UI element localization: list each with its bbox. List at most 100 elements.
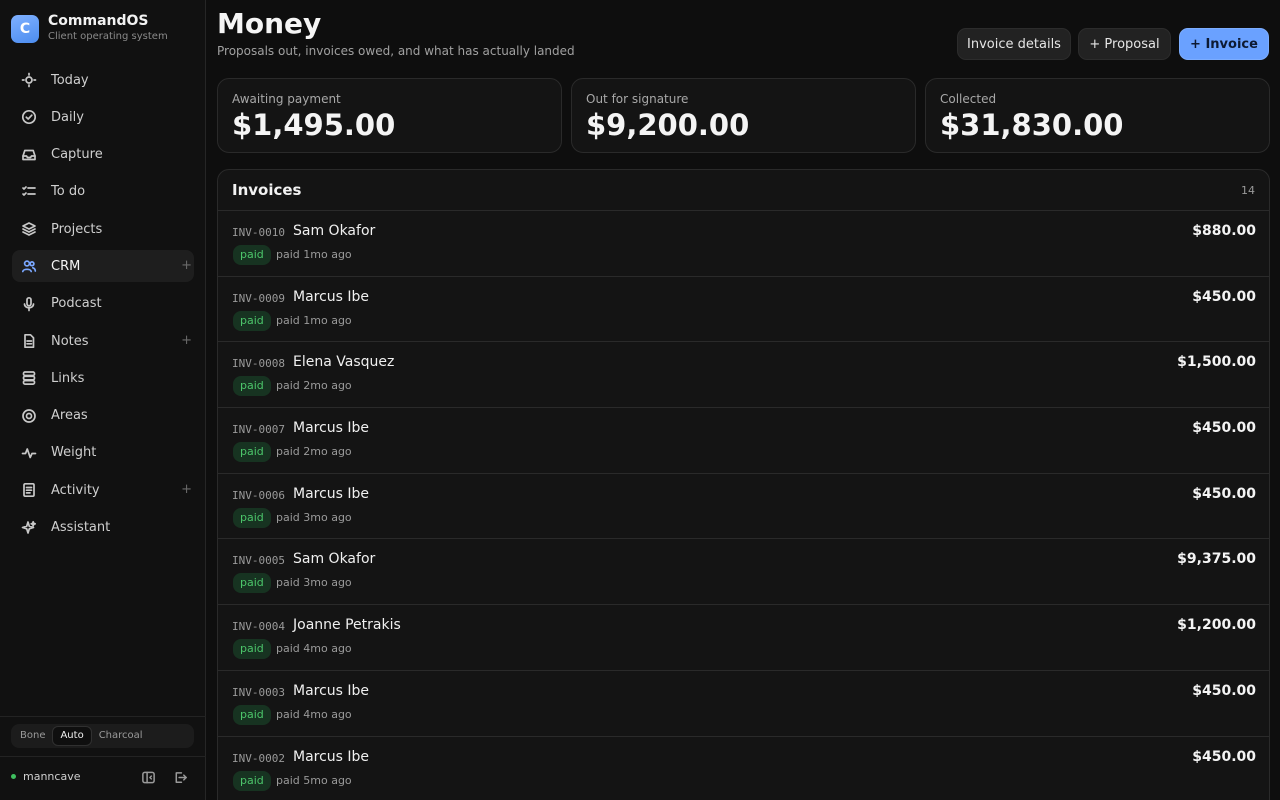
new-invoice-button[interactable]: + Invoice [1179, 28, 1269, 60]
client-name: Marcus Ibe [293, 288, 370, 305]
new-proposal-button[interactable]: + Proposal [1078, 28, 1171, 60]
sidebar-item-projects[interactable]: Projects [12, 213, 194, 245]
status-badge: paid [233, 442, 271, 463]
inbox-icon [20, 146, 38, 164]
invoice-amount: $9,375.00 [1177, 551, 1256, 568]
sidebar-item-podcast[interactable]: Podcast [12, 288, 194, 320]
username: manncave [23, 770, 81, 783]
add-notes-button[interactable]: + [181, 333, 192, 348]
sidebar-item-label: Notes [51, 333, 89, 349]
sidebar-item-crm[interactable]: CRM + [12, 250, 194, 283]
sidebar-item-label: Weight [51, 445, 97, 461]
invoice-amount: $450.00 [1192, 485, 1256, 502]
add-activity-button[interactable]: + [181, 482, 192, 497]
sidebar-item-areas[interactable]: Areas [12, 400, 194, 432]
paid-date: paid 4mo ago [276, 642, 352, 656]
invoice-details-button[interactable]: Invoice details [957, 28, 1071, 60]
sparkles-icon [20, 519, 38, 537]
sidebar-item-to-do[interactable]: To do [12, 176, 194, 208]
sidebar-item-label: Activity [51, 482, 100, 498]
sidebar-item-label: Assistant [51, 520, 111, 536]
sidebar-item-activity[interactable]: Activity + [12, 474, 194, 506]
stack-icon [20, 369, 38, 387]
collapse-sidebar-icon[interactable] [141, 770, 157, 786]
checklist-icon [20, 183, 38, 201]
pulse-icon [20, 444, 38, 462]
client-name: Marcus Ibe [293, 748, 370, 765]
invoice-id: INV-0007 [232, 423, 285, 437]
sidebar-item-links[interactable]: Links [12, 362, 194, 394]
stat-card-signature: Out for signature $9,200.00 [571, 78, 916, 153]
sidebar-item-weight[interactable]: Weight [12, 437, 194, 469]
paid-date: paid 3mo ago [276, 510, 352, 524]
theme-option-charcoal[interactable]: Charcoal [92, 726, 150, 746]
invoice-amount: $1,200.00 [1177, 617, 1256, 634]
logout-icon[interactable] [173, 770, 189, 786]
invoice-row[interactable]: INV-0010 Sam Okafor paid paid 1mo ago $880.0… [218, 211, 1269, 277]
target-icon [20, 407, 38, 425]
divider [0, 756, 206, 757]
invoices-panel: Invoices 14 INV-0010 Sam Okafor paid paid 1… [217, 169, 1270, 800]
add-crm-button[interactable]: + [181, 258, 192, 273]
invoice-id: INV-0005 [232, 554, 285, 568]
stat-value: $9,200.00 [586, 108, 750, 142]
client-name: Marcus Ibe [293, 682, 370, 699]
page-title: Money [217, 7, 322, 40]
stat-card-awaiting: Awaiting payment $1,495.00 [217, 78, 562, 153]
users-icon [20, 257, 38, 275]
invoices-title: Invoices [232, 181, 302, 199]
stat-label: Collected [940, 92, 997, 106]
invoices-header: Invoices 14 [218, 170, 1269, 211]
theme-option-bone[interactable]: Bone [13, 726, 52, 746]
sidebar-item-label: Projects [51, 221, 103, 237]
status-badge: paid [233, 573, 271, 594]
invoice-amount: $1,500.00 [1177, 354, 1256, 371]
sidebar-item-label: Today [51, 72, 89, 88]
sidebar-item-today[interactable]: Today [12, 64, 194, 96]
brand[interactable]: C CommandOS Client operating system [11, 13, 168, 44]
sidebar-item-daily[interactable]: Daily [12, 101, 194, 133]
invoice-amount: $450.00 [1192, 288, 1256, 305]
sidebar-item-notes[interactable]: Notes + [12, 325, 194, 357]
invoice-row[interactable]: INV-0003 Marcus Ibe paid paid 4mo ago $450.0… [218, 671, 1269, 737]
invoice-id: INV-0003 [232, 685, 285, 699]
sidebar-item-assistant[interactable]: Assistant [12, 512, 194, 544]
stat-label: Out for signature [586, 92, 689, 106]
sidebar-item-capture[interactable]: Capture [12, 139, 194, 171]
status-badge: paid [233, 376, 271, 397]
microphone-icon [20, 295, 38, 313]
invoice-row[interactable]: INV-0002 Marcus Ibe paid paid 5mo ago $450.0… [218, 737, 1269, 800]
invoice-row[interactable]: INV-0005 Sam Okafor paid paid 3mo ago $9,375… [218, 539, 1269, 606]
client-name: Joanne Petrakis [293, 617, 401, 634]
user-badge[interactable]: manncave [11, 770, 80, 783]
sidebar: C CommandOS Client operating system Toda… [0, 0, 206, 800]
invoice-list: INV-0010 Sam Okafor paid paid 1mo ago $880.0… [218, 211, 1269, 800]
invoice-amount: $450.00 [1192, 748, 1256, 765]
sidebar-item-label: Areas [51, 408, 88, 424]
invoice-row[interactable]: INV-0008 Elena Vasquez paid paid 2mo ago $1,… [218, 342, 1269, 409]
paid-date: paid 4mo ago [276, 707, 352, 721]
theme-option-auto[interactable]: Auto [52, 726, 92, 746]
brand-logo: C [11, 14, 39, 43]
paid-date: paid 5mo ago [276, 773, 352, 787]
invoice-id: INV-0009 [232, 291, 285, 305]
paid-date: paid 1mo ago [276, 313, 352, 327]
invoices-count: 14 [1241, 184, 1255, 197]
sidebar-item-label: CRM [51, 258, 81, 274]
invoice-row[interactable]: INV-0009 Marcus Ibe paid paid 1mo ago $450.0… [218, 277, 1269, 343]
theme-switcher: Bone Auto Charcoal [11, 724, 194, 748]
brand-name: CommandOS [48, 13, 149, 29]
layers-icon [20, 220, 38, 238]
invoice-amount: $450.00 [1192, 682, 1256, 699]
status-badge: paid [233, 310, 271, 331]
paid-date: paid 1mo ago [276, 248, 352, 261]
invoice-row[interactable]: INV-0006 Marcus Ibe paid paid 3mo ago $450.0… [218, 474, 1269, 540]
sidebar-item-label: Links [51, 370, 85, 386]
invoice-id: INV-0004 [232, 620, 285, 634]
invoice-row[interactable]: INV-0004 Joanne Petrakis paid paid 4mo ago $… [218, 605, 1269, 671]
stat-label: Awaiting payment [232, 92, 341, 106]
status-badge: paid [233, 639, 271, 660]
invoice-row[interactable]: INV-0007 Marcus Ibe paid paid 2mo ago $450.0… [218, 408, 1269, 474]
divider [0, 716, 206, 717]
sidebar-item-label: Podcast [51, 296, 102, 312]
